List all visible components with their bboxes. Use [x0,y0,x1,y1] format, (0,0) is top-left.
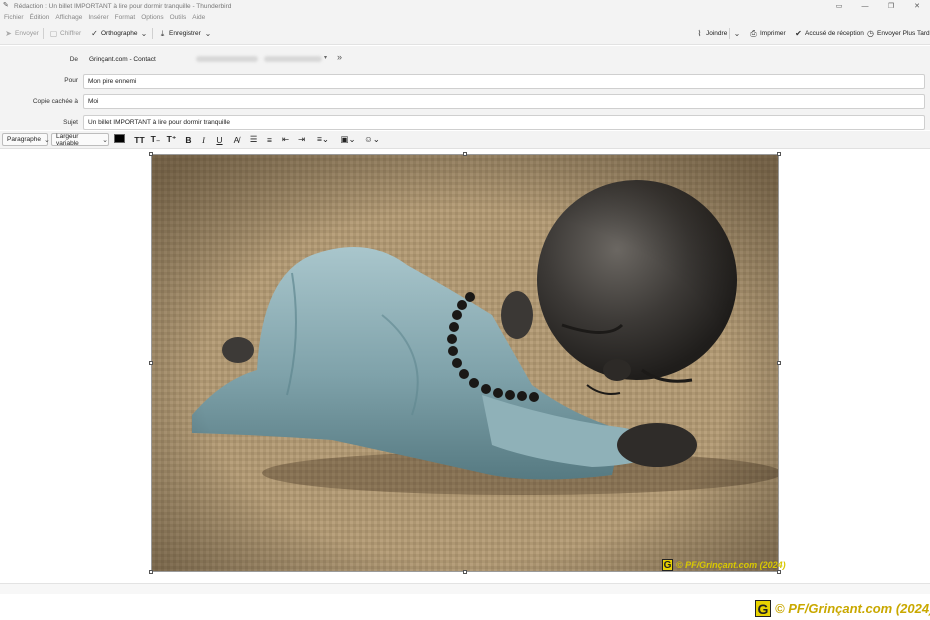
receipt-button[interactable]: ✔ Accusé de réception [794,27,864,40]
maximize-button[interactable]: ❐ [878,0,904,12]
menu-format[interactable]: Format [115,14,136,21]
clock-icon: ◷ [867,29,874,38]
watermark-logo: G [662,559,673,571]
toolbar-separator [43,28,44,39]
font-size-reset-icon[interactable]: TT [133,133,146,146]
send-later-button[interactable]: ◷ Envoyer Plus Tard [866,27,930,40]
font-smaller-icon[interactable]: T₋ [149,133,162,146]
attach-dropdown[interactable]: ⌄ [732,27,742,40]
spellcheck-icon: ✓ [91,29,98,38]
menu-bar: Fichier Édition Affichage Insérer Format… [0,12,930,22]
compose-headers: De Grinçant.com - Contact ▾ » Pour Mon p… [0,46,930,130]
photo-watermark: G © PF/Grinçant.com (2024) [662,559,786,571]
status-bar [0,583,930,594]
from-identity[interactable]: Grinçant.com - Contact [89,56,156,63]
menu-outils[interactable]: Outils [170,14,187,21]
encrypt-button[interactable]: ▢ Chiffrer [49,27,81,40]
window-controls: ▭ — ❐ ✕ [826,0,930,12]
watermark-logo: G [755,600,771,617]
window-title: Rédaction : Un billet IMPORTANT à lire p… [14,2,232,10]
italic-icon[interactable]: I [197,133,210,146]
menu-affichage[interactable]: Affichage [55,14,82,21]
attach-button[interactable]: ⌇ Joindre [695,27,728,40]
page-watermark: G © PF/Grinçant.com (2024) [755,600,930,617]
embedded-photo[interactable] [151,154,779,572]
title-bar: ✎ Rédaction : Un billet IMPORTANT à lire… [0,0,930,12]
from-email-redacted [264,56,322,62]
minimize-button[interactable]: — [852,0,878,12]
subject-label: Sujet [63,119,78,126]
resize-handle[interactable] [463,152,467,156]
printer-icon: ⎙ [750,28,757,38]
resize-handle[interactable] [149,152,153,156]
pen-icon: ✎ [3,2,9,9]
resize-handle[interactable] [777,152,781,156]
bcc-label: Copie cachée à [32,98,78,105]
emoji-icon[interactable]: ☺⌄ [361,133,383,146]
paragraph-select[interactable]: Paragraphe ⌄ [2,133,50,146]
chevron-down-icon: ⌄ [102,136,108,144]
text-style-icon[interactable]: A̸ [230,133,243,146]
buddha-figurine-photo [152,155,778,571]
menu-inserer[interactable]: Insérer [88,14,108,21]
underline-icon[interactable]: U [213,133,226,146]
spelling-dropdown[interactable]: ⌄ [139,27,149,40]
spelling-button[interactable]: ✓ Orthographe [90,27,137,40]
outdent-icon[interactable]: ⇤ [279,133,292,146]
lock-icon: ▢ [49,29,58,38]
resize-handle[interactable] [149,361,153,365]
toolbar-separator [152,28,153,39]
subject-field[interactable]: Un billet IMPORTANT à lire pour dormir t… [83,115,925,130]
chevron-down-icon: ⌄ [43,136,50,144]
save-dropdown[interactable]: ⌄ [203,27,213,40]
send-button[interactable]: ➤ Envoyer [4,27,39,40]
paperclip-icon: ⌇ [697,29,702,38]
bullet-list-icon[interactable]: ☰ [247,133,260,146]
align-icon[interactable]: ≡⌄ [312,133,334,146]
bold-icon[interactable]: B [182,133,195,146]
bcc-field[interactable]: Moi [83,94,925,109]
chevron-down-icon: ⌄ [733,29,741,38]
font-larger-icon[interactable]: T⁺ [165,133,178,146]
send-icon: ➤ [5,29,12,38]
checkmark-icon: ✔ [795,29,802,38]
to-field[interactable]: Mon pire ennemi [83,74,925,89]
indent-icon[interactable]: ⇥ [295,133,308,146]
save-icon: ⤓ [160,28,165,38]
from-label: De [69,56,78,63]
close-button[interactable]: ✕ [904,0,930,12]
resize-handle[interactable] [463,570,467,574]
more-recipients-icon[interactable]: » [337,52,342,62]
chevron-down-icon: ⌄ [140,29,148,38]
compose-toolbar: ➤ Envoyer ▢ Chiffrer ✓ Orthographe ⌄ ⤓ E… [0,22,930,45]
print-button[interactable]: ⎙ Imprimer [749,27,785,40]
menu-options[interactable]: Options [141,14,163,21]
to-label: Pour [64,77,78,84]
menu-aide[interactable]: Aide [192,14,205,21]
resize-handle[interactable] [149,570,153,574]
save-button[interactable]: ⤓ Enregistrer [158,27,201,40]
toolbar-separator [729,28,730,39]
format-toolbar: Paragraphe ⌄ Largeur variable ⌄ TT T₋ T⁺ B… [0,131,930,149]
from-email-redacted [196,56,258,62]
insert-icon[interactable]: ▣⌄ [337,133,359,146]
numbered-list-icon[interactable]: ≡ [263,133,276,146]
menu-fichier[interactable]: Fichier [4,14,24,21]
tray-icon[interactable]: ▭ [826,0,852,12]
from-dropdown-icon[interactable]: ▾ [324,54,327,61]
resize-handle[interactable] [777,361,781,365]
font-select[interactable]: Largeur variable ⌄ [51,133,109,147]
text-color-button[interactable] [114,134,125,143]
chevron-down-icon: ⌄ [204,29,212,38]
menu-edition[interactable]: Édition [30,14,50,21]
